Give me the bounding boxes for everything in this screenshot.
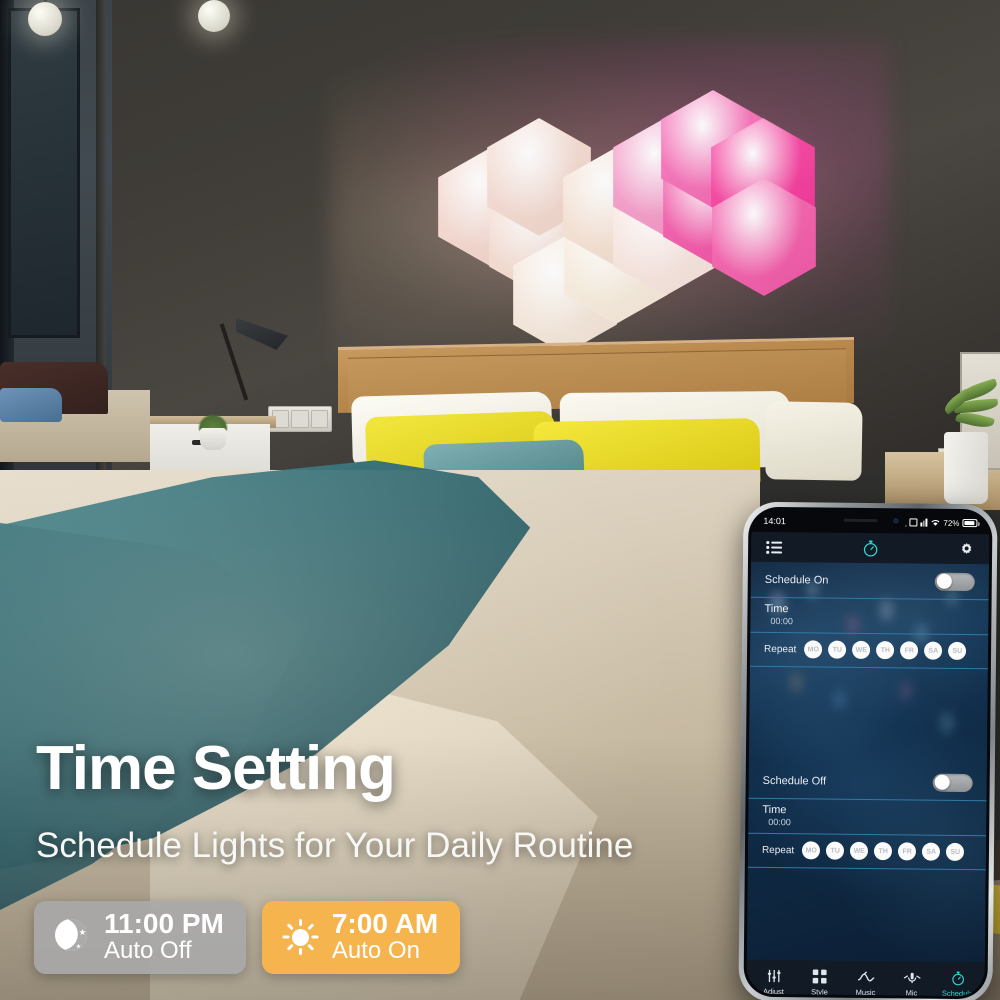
moon-icon (50, 914, 92, 957)
auto-off-time: 11:00 PM (104, 908, 224, 939)
day-toggle-fr[interactable]: FR (900, 641, 919, 660)
earpiece-speaker (842, 518, 877, 522)
phone-bezel: 14:01 72% Schedule On Time 00:00 Repeat … (743, 506, 993, 1000)
tab-mic[interactable]: Mic (888, 969, 934, 996)
tab-label: Style (811, 987, 828, 997)
pendant-bulb-2 (198, 0, 230, 32)
page-subtitle: Schedule Lights for Your Daily Routine (36, 826, 634, 865)
sun-icon (280, 917, 320, 957)
toggle-knob (936, 573, 952, 589)
tab-music[interactable]: Music (842, 969, 888, 996)
list-menu-icon[interactable] (765, 538, 783, 556)
time-row[interactable]: Time 00:00 (750, 597, 989, 636)
pillow-white-right (765, 401, 863, 481)
sd-card-icon (909, 518, 918, 527)
page-title: Time Setting (36, 734, 396, 803)
gear-icon[interactable] (957, 540, 975, 558)
pendant-bulb-1 (28, 2, 62, 36)
schedule-toggle-row[interactable]: Schedule On (750, 561, 989, 601)
tab-style[interactable]: Style (796, 968, 842, 996)
schedule-toggle[interactable] (932, 773, 973, 792)
status-bar: 14:01 72% (751, 509, 990, 535)
sliders-icon (766, 968, 781, 984)
repeat-label: Repeat (764, 643, 797, 655)
sun-ray (311, 935, 319, 939)
auto-off-label: Auto Off (104, 936, 192, 964)
auto-off-badge: 11:00 PM Auto Off (34, 901, 246, 974)
tab-label: Adjust (763, 986, 784, 997)
tab-adjust[interactable]: Adjust (750, 968, 796, 996)
schedule-block: Schedule Off Time 00:00 Repeat MO TU WE TH FR SA S… (747, 762, 987, 871)
app-header (750, 531, 990, 565)
schedule-screen: Schedule On Time 00:00 Repeat MO TU WE TH FR SA SU… (746, 561, 989, 963)
sun-ray (298, 947, 302, 955)
smartphone-mockup: 14:01 72% Schedule On Time 00:00 Repeat … (738, 501, 998, 1000)
tab-label: Schedule (941, 988, 974, 997)
potted-plant-leaves (930, 378, 1000, 440)
auto-on-badge: 7:00 AM Auto On (261, 901, 461, 974)
schedule-toggle[interactable] (934, 572, 975, 591)
tab-schedule[interactable]: Schedule (934, 970, 980, 997)
timer-icon[interactable] (861, 539, 879, 557)
day-toggle-we[interactable]: WE (852, 640, 871, 660)
time-row[interactable]: Time 00:00 (748, 798, 987, 837)
auto-on-label: Auto On (331, 936, 420, 964)
status-time: 14:01 (763, 515, 787, 527)
repeat-row: Repeat MO TU WE TH FR SA SU (747, 833, 987, 871)
wall-mirror (8, 8, 80, 338)
repeat-row: Repeat MO TU WE TH FR SA SU (749, 632, 989, 670)
repeat-label: Repeat (761, 844, 795, 856)
time-label: Time (762, 803, 787, 817)
day-toggle-su[interactable]: SU (948, 641, 967, 661)
auto-on-time: 7:00 AM (331, 908, 439, 939)
schedule-badges: 11:00 PM Auto Off 7:00 AM Auto On (34, 901, 461, 974)
time-label: Time (764, 602, 789, 616)
day-toggle-sa[interactable]: SA (922, 842, 941, 861)
battery-icon (962, 518, 978, 528)
mobile-data-icon (920, 518, 928, 527)
day-toggle-sa[interactable]: SA (924, 641, 943, 660)
schedule-toggle-label: Schedule Off (762, 774, 827, 788)
grid-icon (812, 968, 827, 984)
battery-percent: 72% (943, 518, 960, 528)
bottom-navigation: Adjust Style Music Mic Schedule (746, 959, 985, 997)
sun-ray (298, 918, 302, 926)
sun-ray (282, 935, 290, 939)
toggle-knob (934, 774, 950, 790)
promo-image: Time Setting Schedule Lights for Your Da… (0, 0, 1000, 1000)
day-toggle-fr[interactable]: FR (898, 842, 917, 861)
mic-icon (903, 969, 921, 985)
front-camera (892, 517, 898, 523)
day-toggle-tu[interactable]: TU (826, 841, 845, 860)
sun-ray (286, 922, 294, 931)
day-toggle-th[interactable]: TH (874, 842, 893, 861)
day-toggle-mo[interactable]: MO (804, 640, 823, 659)
phone-notch (831, 512, 910, 528)
tab-label: Music (855, 987, 876, 997)
sun-ray (307, 943, 315, 951)
day-toggle-we[interactable]: WE (850, 841, 869, 861)
phone-screen: 14:01 72% Schedule On Time 00:00 Repeat … (746, 509, 990, 997)
day-toggle-su[interactable]: SU (946, 842, 965, 862)
day-toggle-th[interactable]: TH (876, 641, 895, 660)
schedule-block: Schedule On Time 00:00 Repeat MO TU WE TH FR SA SU (749, 561, 989, 765)
potted-plant-pot (944, 432, 988, 504)
schedule-toggle-row[interactable]: Schedule Off (748, 762, 987, 802)
sun-ray (307, 922, 315, 931)
wifi-icon (931, 520, 940, 526)
small-plant-pot (200, 428, 226, 450)
wall-outlets (268, 406, 332, 432)
side-bench-pillow (0, 388, 62, 422)
waveform-icon (857, 969, 874, 985)
schedule-toggle-label: Schedule On (764, 573, 829, 587)
sun-ray (286, 943, 294, 951)
day-toggle-mo[interactable]: MO (802, 841, 821, 860)
tab-label: Mic (905, 988, 918, 997)
day-toggle-tu[interactable]: TU (828, 640, 847, 659)
time-value[interactable]: 00:00 (762, 817, 972, 829)
timer-icon (950, 970, 965, 986)
time-value[interactable]: 00:00 (764, 616, 974, 628)
